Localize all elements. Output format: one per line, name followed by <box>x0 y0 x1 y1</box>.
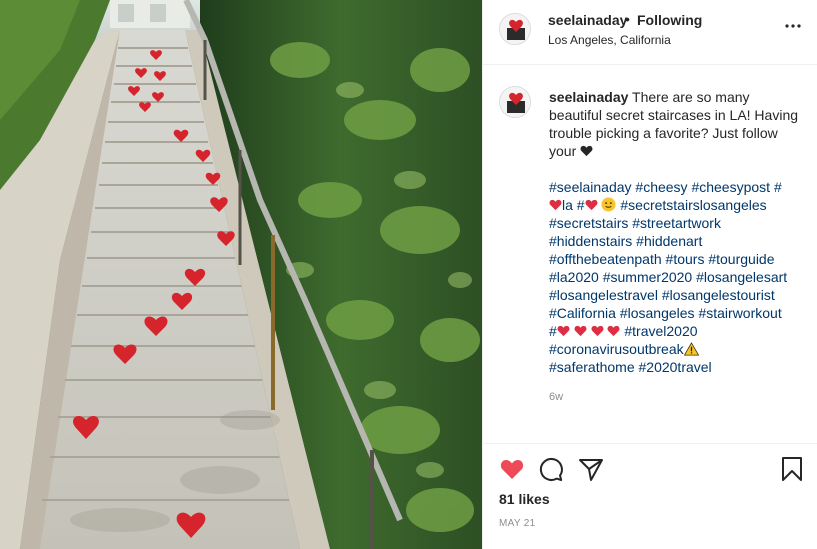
hashtag-link[interactable]: #losangelestourist <box>662 287 775 303</box>
post-caption: seelainaday There are so many beautiful … <box>549 88 799 160</box>
share-icon[interactable] <box>578 456 604 482</box>
hashtag-link[interactable]: #la2020 <box>549 269 599 285</box>
hashtag-link[interactable]: #tours <box>666 251 705 267</box>
hashtag-link[interactable]: #coronavirusoutbreak <box>549 341 684 357</box>
hashtag-link[interactable]: #seelainaday <box>549 179 632 195</box>
likes-count[interactable]: 81 likes <box>499 491 550 507</box>
avatar-image <box>500 14 530 44</box>
hashtag-link[interactable]: #2020travel <box>639 359 712 375</box>
author-avatar[interactable] <box>499 13 531 45</box>
hashtag-link[interactable]: #losangeles <box>620 305 695 321</box>
warning-emoji-icon <box>683 342 699 356</box>
more-options-icon[interactable] <box>783 16 803 36</box>
location-link[interactable]: Los Angeles, California <box>548 33 671 47</box>
post-date[interactable]: MAY 21 <box>499 518 535 529</box>
hashtag-link[interactable]: #offthebeatenpath <box>549 251 662 267</box>
face-emoji-icon <box>601 197 617 212</box>
following-button[interactable]: Following <box>637 12 702 28</box>
comment-icon[interactable] <box>538 456 564 482</box>
hashtag-link[interactable]: #summer2020 <box>603 269 693 285</box>
red-heart-emoji-icon <box>557 325 570 337</box>
avatar-image <box>500 87 530 117</box>
post-actions: 81 likes MAY 21 <box>483 443 817 549</box>
hashtag-link[interactable]: #cheesy <box>635 179 687 195</box>
like-heart-icon[interactable] <box>499 456 525 482</box>
comment-age: 6w <box>549 391 564 403</box>
hashtag-link[interactable]: #cheesypost <box>691 179 770 195</box>
caption-avatar[interactable] <box>499 86 531 118</box>
red-heart-emoji-icon <box>549 199 562 211</box>
hashtag-link[interactable]: #travel2020 <box>624 323 697 339</box>
hashtag-link[interactable]: #California <box>549 305 616 321</box>
red-heart-emoji-icon <box>585 199 598 211</box>
red-heart-emoji-icon <box>591 325 604 337</box>
post-photo[interactable] <box>0 0 482 549</box>
caption-username-link[interactable]: seelainaday <box>549 89 628 105</box>
hashtag-link[interactable]: # <box>774 179 782 195</box>
red-heart-emoji-icon <box>607 325 620 337</box>
post-side-panel: seelainaday • Following Los Angeles, Cal… <box>482 0 817 549</box>
hashtag-link[interactable]: #hiddenstairs <box>549 233 632 249</box>
staircase-photo-image <box>0 0 482 549</box>
hashtag-link[interactable]: #stairworkout <box>698 305 781 321</box>
hashtag-link[interactable]: la <box>562 197 573 213</box>
author-username-link[interactable]: seelainaday <box>548 12 627 28</box>
hashtag-link[interactable]: #streetartwork <box>632 215 721 231</box>
hashtag-link[interactable]: # <box>577 197 585 213</box>
hashtag-link[interactable]: #secretstairslosangeles <box>620 197 766 213</box>
separator-dot: • <box>625 11 630 27</box>
hashtag-link[interactable]: #secretstairs <box>549 215 628 231</box>
post-header: seelainaday • Following Los Angeles, Cal… <box>483 0 817 65</box>
hashtag-link[interactable]: #tourguide <box>708 251 774 267</box>
comments-area: seelainaday There are so many beautiful … <box>483 66 817 442</box>
hashtag-link[interactable]: #hiddenart <box>636 233 702 249</box>
hashtag-link[interactable]: #losangelesart <box>696 269 787 285</box>
hashtag-list: #seelainaday #cheesy #cheesypost # la # … <box>549 178 804 376</box>
red-heart-emoji-icon <box>574 325 587 337</box>
hashtag-link[interactable]: # <box>549 323 557 339</box>
black-heart-emoji-icon <box>580 145 593 157</box>
hashtag-link[interactable]: #losangelestravel <box>549 287 658 303</box>
save-bookmark-icon[interactable] <box>779 456 805 482</box>
hashtag-link[interactable]: #saferathome <box>549 359 635 375</box>
